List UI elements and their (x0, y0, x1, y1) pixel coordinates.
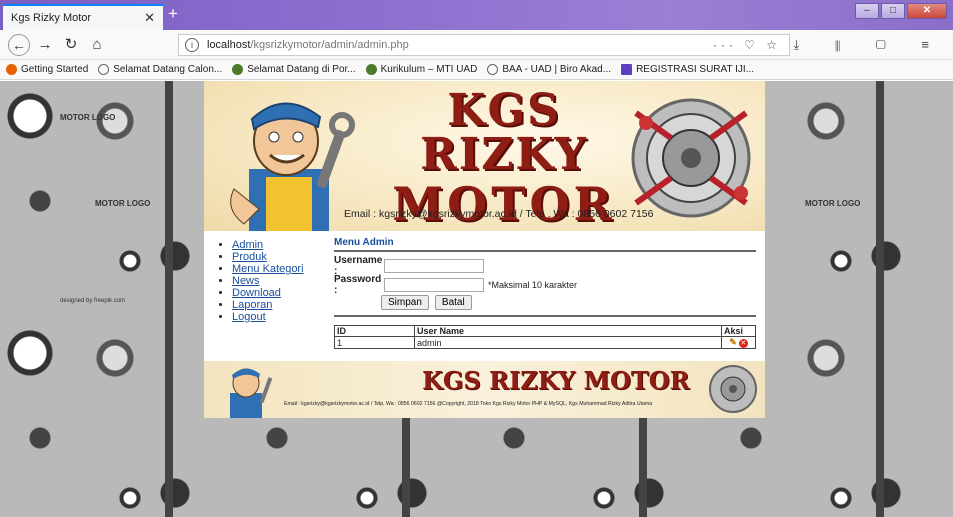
menu-link[interactable]: Download (232, 287, 281, 299)
close-tab-icon[interactable]: ✕ (144, 10, 155, 26)
content-area: Admin Produk Menu Kategori News Download… (204, 231, 765, 361)
mechanic-mascot-icon (230, 368, 273, 418)
site-icon (232, 64, 244, 75)
footer-copyright: Email : kgsrizky@kgsrizkymotor.ac.id / T… (284, 401, 653, 407)
site-title-line2: MOTOR (392, 177, 616, 231)
navigation-bar: ← → ↻ ⌂ i localhost/kgsrizkymotor/admin/… (0, 30, 953, 60)
background-logo-text: MOTOR LOGO (95, 199, 151, 208)
new-tab-button[interactable]: + (168, 5, 178, 23)
save-button[interactable]: Simpan (381, 295, 429, 310)
users-table: ID User Name Aksi 1 admin ✎ ✕ (334, 325, 756, 349)
admin-form-area: Menu Admin Username : Password : *Maksim… (334, 237, 756, 349)
bookmark-item[interactable]: Selamat Datang Calon... (98, 64, 222, 75)
home-icon[interactable]: ⌂ (86, 34, 108, 56)
menu-item-logout[interactable]: Logout (232, 311, 328, 323)
menu-item-laporan[interactable]: Laporan (232, 299, 328, 311)
header-contact-info: Email : kgsrizky@kgsrizkymotor.ac.id / T… (344, 208, 654, 220)
browser-tab[interactable]: Kgs Rizky Motor ✕ (3, 4, 163, 30)
password-label: Password : (334, 273, 382, 296)
bookmark-item[interactable]: Kurikulum – MTI UAD (365, 64, 477, 75)
mechanic-mascot-icon (230, 102, 355, 231)
document-icon (621, 64, 633, 75)
username-input[interactable] (384, 258, 484, 273)
globe-icon (98, 64, 110, 75)
maximize-icon[interactable]: □ (881, 3, 905, 19)
password-input[interactable] (384, 277, 484, 292)
main-panel: KGS RIZKY MOTOR Email : kgsrizky@kgsrizk… (204, 81, 765, 418)
menu-link[interactable]: Admin (232, 239, 263, 251)
close-window-icon[interactable]: ✕ (907, 3, 947, 19)
minimize-icon[interactable]: – (855, 3, 879, 19)
form-buttons: Simpan Batal (381, 295, 756, 310)
admin-section-title: Menu Admin (334, 237, 756, 252)
menu-item-menu-kategori[interactable]: Menu Kategori (232, 263, 328, 275)
reload-icon[interactable]: ↻ (60, 34, 82, 56)
info-icon[interactable]: i (185, 38, 199, 52)
menu-item-news[interactable]: News (232, 275, 328, 287)
browser-titlebar: Kgs Rizky Motor ✕ + – □ ✕ (0, 0, 953, 30)
auto-parts-wheel-icon (709, 365, 757, 413)
admin-menu: Admin Produk Menu Kategori News Download… (218, 239, 328, 323)
site-footer: KGS RIZKY MOTOR Email : kgsrizky@kgsrizk… (204, 361, 765, 418)
toolbar-icons[interactable]: ⤓ ⫴ ▢ ≡ (793, 37, 945, 53)
edit-pencil-icon[interactable]: ✎ (729, 337, 737, 347)
bookmarks-bar: Getting Started Selamat Datang Calon... … (0, 60, 953, 80)
background-logo-text: MOTOR LOGO (805, 199, 861, 208)
column-header-username: User Name (414, 325, 722, 337)
page-actions-icon[interactable]: ··· ♡ ☆ (713, 38, 781, 52)
menu-link[interactable]: Menu Kategori (232, 263, 304, 275)
menu-link[interactable]: Logout (232, 311, 266, 323)
delete-icon[interactable]: ✕ (738, 339, 748, 348)
site-header-banner: KGS RIZKY MOTOR Email : kgsrizky@kgsrizk… (204, 81, 765, 231)
table-header-row: ID User Name Aksi (334, 325, 756, 337)
globe-icon (487, 64, 499, 75)
section-divider (334, 315, 756, 317)
auto-parts-wheel-icon (631, 98, 751, 218)
menu-link[interactable]: News (232, 275, 260, 287)
table-row: 1 admin ✎ ✕ (334, 336, 756, 349)
column-header-id: ID (334, 325, 415, 337)
site-title: KGS RIZKY MOTOR (384, 85, 624, 231)
username-row: Username : (334, 255, 756, 277)
cell-username: admin (414, 336, 722, 349)
tab-title: Kgs Rizky Motor (11, 12, 92, 24)
password-hint: *Maksimal 10 karakter (488, 279, 578, 290)
address-bar[interactable]: i localhost/kgsrizkymotor/admin/admin.ph… (178, 34, 790, 56)
back-icon[interactable]: ← (8, 33, 30, 56)
url-host: localhost (207, 39, 251, 51)
bookmark-item[interactable]: Selamat Datang di Por... (232, 64, 356, 75)
menu-item-admin[interactable]: Admin (232, 239, 328, 251)
cell-id: 1 (334, 336, 415, 349)
background-credit: designed by freepik.com (60, 298, 126, 304)
site-title-line1: KGS RIZKY (420, 85, 588, 180)
url-path: /kgsrizkymotor/admin/admin.php (250, 39, 409, 51)
menu-link[interactable]: Laporan (232, 299, 272, 311)
footer-title: KGS RIZKY MOTOR (422, 366, 690, 395)
menu-item-produk[interactable]: Produk (232, 251, 328, 263)
forward-icon[interactable]: → (34, 34, 56, 56)
window-controls: – □ ✕ (855, 3, 947, 19)
cell-actions: ✎ ✕ (721, 336, 756, 349)
bookmark-item[interactable]: BAA - UAD | Biro Akad... (487, 64, 611, 75)
password-row: Password : *Maksimal 10 karakter (334, 273, 756, 296)
cancel-button[interactable]: Batal (434, 295, 472, 310)
bookmark-item[interactable]: Getting Started (6, 64, 88, 75)
background-logo-text: MOTOR LOGO (60, 113, 116, 122)
page-viewport[interactable]: MOTOR LOGO MOTOR LOGO MOTOR LOGO designe… (0, 81, 953, 517)
bookmark-item[interactable]: REGISTRASI SURAT IJI... (621, 64, 754, 75)
column-header-aksi: Aksi (721, 325, 756, 337)
menu-item-download[interactable]: Download (232, 287, 328, 299)
menu-link[interactable]: Produk (232, 251, 267, 263)
firefox-icon (6, 64, 17, 75)
site-icon (365, 64, 377, 75)
